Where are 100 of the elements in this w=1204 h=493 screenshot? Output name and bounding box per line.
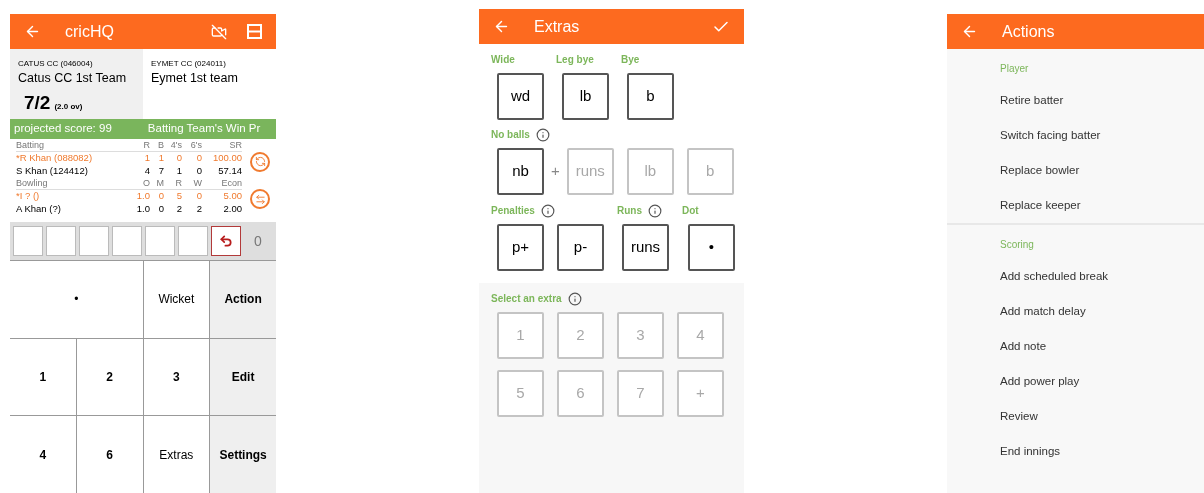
column-header: R bbox=[174, 177, 182, 189]
section-label: Runs bbox=[617, 204, 642, 218]
ticker-text: projected score: 99 bbox=[14, 121, 112, 137]
ball-slot bbox=[79, 226, 109, 256]
stats-cell-text: 1 bbox=[157, 152, 164, 165]
menu-item[interactable]: Add scheduled break bbox=[1000, 259, 1204, 294]
team-name: Catus CC 1st Team bbox=[18, 70, 128, 87]
keypad-key[interactable]: 1 bbox=[10, 338, 76, 416]
extra-button[interactable]: p+ bbox=[497, 224, 544, 271]
section-label: Penalties bbox=[491, 204, 535, 218]
screen-title: Extras bbox=[534, 16, 580, 37]
column-header: O bbox=[142, 177, 150, 189]
keypad-key[interactable]: Action bbox=[210, 261, 276, 338]
team-score: 7/2 bbox=[24, 91, 51, 115]
menu-item[interactable]: End innings bbox=[1000, 434, 1204, 469]
extra-button[interactable]: • bbox=[688, 224, 735, 271]
stats-cell-text: 1 bbox=[143, 152, 150, 165]
overs-text: (2.0 ov) bbox=[54, 101, 83, 113]
extra-button[interactable]: runs bbox=[622, 224, 669, 271]
menu-item[interactable]: Add power play bbox=[1000, 364, 1204, 399]
info-icon[interactable] bbox=[535, 127, 550, 142]
keypad-key[interactable]: Edit bbox=[210, 338, 276, 416]
layout-icon[interactable] bbox=[247, 24, 262, 39]
info-icon[interactable] bbox=[648, 203, 662, 218]
ball-slot bbox=[145, 226, 175, 256]
section-label: Wide bbox=[491, 53, 515, 67]
section-heading: Player bbox=[1000, 61, 1030, 76]
stats-cell-text: *R Khan (088082) bbox=[16, 152, 94, 165]
menu-item[interactable]: Add note bbox=[1000, 329, 1204, 364]
undo-button[interactable] bbox=[211, 226, 241, 256]
stats-cell-text: 2 bbox=[195, 202, 202, 215]
team-panel[interactable]: CATUS CC (046004) Catus CC 1st Team 7/2 (2.0 ov) bbox=[10, 49, 143, 119]
ball-slot bbox=[178, 226, 208, 256]
ball-slot bbox=[112, 226, 142, 256]
column-header: Bowling bbox=[16, 177, 49, 189]
info-icon[interactable] bbox=[567, 291, 582, 306]
stats-cell-text: 2.00 bbox=[222, 202, 242, 215]
stats-cell-text: 0 bbox=[157, 190, 164, 203]
stats-cell-text: 2 bbox=[175, 202, 182, 215]
team-name: Eymet 1st team bbox=[151, 70, 239, 87]
ticker-text: Batting Team's Win Pr bbox=[147, 121, 261, 137]
keypad-key[interactable]: • bbox=[10, 261, 143, 338]
column-header: 6's bbox=[189, 139, 202, 151]
menu-item[interactable]: Review bbox=[1000, 399, 1204, 434]
keypad-key[interactable]: Wicket bbox=[143, 261, 210, 338]
stats-cell: 1.0 bbox=[136, 202, 150, 215]
extra-button[interactable]: nb bbox=[497, 148, 544, 195]
menu-item[interactable]: Retire batter bbox=[1000, 83, 1204, 118]
swap-button[interactable] bbox=[250, 189, 270, 210]
team-code: CATUS CC (046004) bbox=[18, 58, 94, 70]
section-label: No balls bbox=[491, 128, 530, 142]
ball-count: 0 bbox=[254, 231, 262, 251]
keypad-key[interactable]: 6 bbox=[76, 416, 143, 493]
menu-item[interactable]: Switch facing batter bbox=[1000, 118, 1204, 153]
stats-cell-text: 0 bbox=[157, 202, 164, 215]
menu-item[interactable]: Replace bowler bbox=[1000, 153, 1204, 188]
stats-cell-text: 1 bbox=[175, 164, 182, 177]
keypad-key[interactable]: 3 bbox=[143, 338, 210, 416]
stats-cell-text: 5.00 bbox=[222, 190, 242, 203]
section-label: Select an extra bbox=[491, 292, 562, 306]
column-header: Batting bbox=[16, 139, 46, 151]
stats-cell-text: A Khan (?) bbox=[16, 202, 62, 215]
stats-cell-text: 4 bbox=[143, 164, 150, 177]
refresh-icon bbox=[254, 156, 266, 168]
column-header: M bbox=[155, 177, 164, 189]
extra-button[interactable]: b bbox=[627, 73, 674, 120]
back-icon[interactable] bbox=[24, 23, 41, 40]
rotate-button[interactable] bbox=[250, 151, 270, 172]
stats-cell-text: 0 bbox=[195, 152, 202, 165]
keypad-key[interactable]: 2 bbox=[76, 338, 143, 416]
undo-icon bbox=[219, 234, 233, 248]
screen-title: Actions bbox=[1002, 21, 1055, 42]
plus-sign: + bbox=[551, 161, 560, 182]
stats-cell-text: 57.14 bbox=[217, 164, 242, 177]
video-off-icon[interactable] bbox=[211, 23, 227, 40]
keypad-key[interactable]: Settings bbox=[210, 416, 276, 493]
stats-cell-text: 100.00 bbox=[211, 152, 242, 165]
ball-slot bbox=[46, 226, 76, 256]
extra-button[interactable]: wd bbox=[497, 73, 544, 120]
section-label: Bye bbox=[621, 53, 640, 67]
stats-cell-text: 0 bbox=[195, 164, 202, 177]
menu-item[interactable]: Replace keeper bbox=[1000, 188, 1204, 223]
section-heading: Scoring bbox=[1000, 237, 1035, 252]
back-icon[interactable] bbox=[961, 23, 978, 40]
section-label: Dot bbox=[682, 204, 699, 218]
menu-item[interactable]: Add match delay bbox=[1000, 294, 1204, 329]
info-icon[interactable] bbox=[540, 203, 555, 218]
back-icon[interactable] bbox=[493, 18, 510, 35]
extra-button[interactable]: lb bbox=[562, 73, 609, 120]
column-header: Econ bbox=[220, 177, 242, 189]
stats-cell-text: 0 bbox=[175, 152, 182, 165]
stats-cell-text: 0 bbox=[195, 190, 202, 203]
column-header: B bbox=[157, 139, 164, 151]
stats-cell: 1.0 bbox=[136, 190, 150, 203]
stats-cell-text: 5 bbox=[175, 190, 182, 203]
keypad-key[interactable]: 4 bbox=[10, 416, 76, 493]
extra-button[interactable]: p- bbox=[557, 224, 604, 271]
stats-cell-text: *I ? () bbox=[16, 190, 41, 203]
team-code: EYMET CC (024011) bbox=[151, 58, 227, 70]
keypad-key[interactable]: Extras bbox=[143, 416, 210, 493]
